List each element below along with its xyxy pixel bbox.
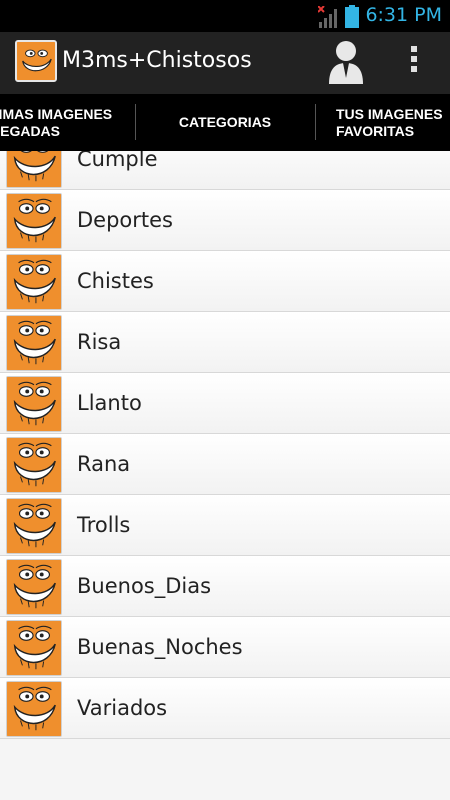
tab-bar: TIMAS IMAGENES REGADAS CATEGORIAS TUS IM… bbox=[0, 94, 450, 151]
list-item[interactable]: Deportes bbox=[0, 190, 450, 251]
list-item-label: Variados bbox=[77, 696, 168, 720]
troll-face-icon bbox=[6, 315, 62, 371]
troll-face-icon bbox=[6, 681, 62, 737]
list-item[interactable]: Chistes bbox=[0, 251, 450, 312]
troll-face-icon bbox=[6, 559, 62, 615]
tab-label-line1: CATEGORIAS bbox=[178, 114, 272, 130]
overflow-menu-icon[interactable] bbox=[404, 46, 424, 78]
list-item[interactable]: Rana bbox=[0, 434, 450, 495]
troll-face-icon bbox=[6, 620, 62, 676]
troll-face-icon bbox=[6, 254, 62, 310]
app-title: M3ms+Chistosos bbox=[62, 48, 252, 73]
user-icon[interactable] bbox=[326, 38, 366, 84]
list-item-label: Trolls bbox=[77, 513, 131, 537]
tab-label-line1: TIMAS IMAGENES bbox=[0, 106, 113, 122]
tab-label-line2: FAVORITAS bbox=[336, 123, 415, 139]
troll-face-icon bbox=[6, 498, 62, 554]
list-item[interactable]: Cumple bbox=[0, 151, 450, 190]
list-item[interactable]: Buenos_Dias bbox=[0, 556, 450, 617]
list-item-label: Llanto bbox=[77, 391, 142, 415]
troll-face-icon bbox=[6, 151, 62, 188]
tab-ultimas-imagenes[interactable]: TIMAS IMAGENES REGADAS bbox=[0, 94, 134, 151]
status-time: 6:31 PM bbox=[365, 4, 442, 26]
list-item[interactable]: Trolls bbox=[0, 495, 450, 556]
list-item[interactable]: Buenas_Noches bbox=[0, 617, 450, 678]
list-item-label: Rana bbox=[77, 452, 131, 476]
list-item-label: Buenas_Noches bbox=[77, 635, 243, 659]
tab-label-line2: REGADAS bbox=[0, 123, 61, 139]
troll-face-icon bbox=[6, 376, 62, 432]
list-item[interactable]: Llanto bbox=[0, 373, 450, 434]
category-list[interactable]: Cumple Deportes Chistes Risa Llanto Rana… bbox=[0, 151, 450, 800]
app-logo-icon[interactable] bbox=[15, 40, 57, 82]
list-item[interactable]: Risa bbox=[0, 312, 450, 373]
signal-bars-icon bbox=[318, 6, 337, 28]
list-item-label: Deportes bbox=[77, 208, 173, 232]
status-bar: 6:31 PM bbox=[0, 0, 450, 32]
battery-icon bbox=[345, 5, 359, 28]
troll-face-icon bbox=[6, 193, 62, 249]
action-bar: M3ms+Chistosos bbox=[0, 32, 450, 94]
tab-favoritas[interactable]: TUS IMAGENES FAVORITAS bbox=[316, 94, 450, 151]
troll-face-icon bbox=[6, 437, 62, 493]
tab-categorias[interactable]: CATEGORIAS bbox=[136, 94, 314, 151]
list-item-label: Buenos_Dias bbox=[77, 574, 212, 598]
tab-label-line1: TUS IMAGENES bbox=[336, 106, 443, 122]
list-item-label: Risa bbox=[77, 330, 122, 354]
list-item-label: Chistes bbox=[77, 269, 154, 293]
list-item[interactable]: Variados bbox=[0, 678, 450, 739]
list-item-label: Cumple bbox=[77, 151, 158, 171]
